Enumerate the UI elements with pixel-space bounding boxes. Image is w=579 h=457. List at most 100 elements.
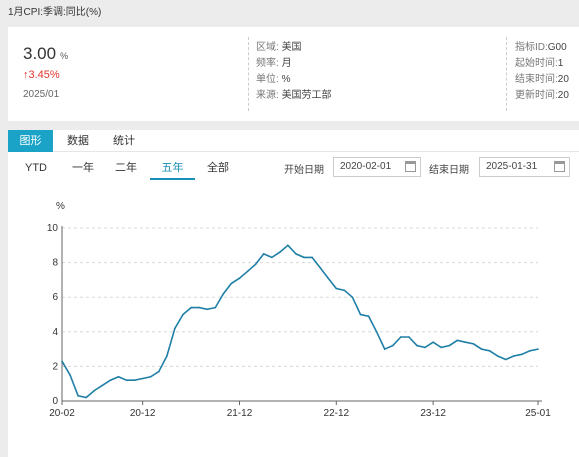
data-point [182,313,184,316]
divider [506,37,507,111]
data-point [287,244,289,247]
y-tick-label: 2 [52,361,58,372]
data-point [464,341,467,343]
data-point [367,315,370,317]
meta-value: % [281,74,291,85]
x-tick-label: 22-12 [324,408,350,419]
data-point [480,348,483,350]
data-point [222,292,225,295]
view-tabs: 图形 数据 统计 [8,130,579,152]
meta-row-source: 来源: 美国劳工部 [256,88,332,104]
data-point [125,379,128,381]
page-title: 1月CPI:季调:同比(%) [8,7,102,18]
meta-row-start: 起始时间:1 [515,56,579,72]
data-point [149,376,152,378]
meta-key: 更新时间: [515,90,558,101]
data-point [69,374,71,376]
meta-value: 20 [557,90,569,101]
data-point [472,343,475,345]
x-tick-label: 20-12 [130,408,156,419]
latest-value: 3.00% [23,44,68,64]
data-point [190,306,192,309]
data-point [85,396,87,399]
range-5y[interactable]: 五年 [150,158,195,180]
meta-value: 1 [557,58,564,69]
meta-key: 区域: [256,42,279,53]
data-point [400,336,402,338]
y-tick-label: 6 [52,292,58,303]
meta-right: 指标ID:G00 起始时间:1 结束时间:20 更新时间:20 [515,40,579,104]
y-tick-label: 8 [52,258,58,269]
data-point [77,395,79,397]
range-all[interactable]: 全部 [198,158,238,180]
range-ytd[interactable]: YTD [16,158,56,180]
data-point [343,289,346,292]
data-point [375,331,378,333]
range-1y[interactable]: 一年 [63,158,103,180]
meta-row-region: 区域: 美国 [256,40,332,56]
meta-row-id: 指标ID:G00 [515,40,579,56]
meta-value: 美国劳工部 [281,90,332,101]
start-date-input[interactable]: 2020-02-01 [333,157,421,177]
data-point [504,358,507,361]
data-point [408,336,410,338]
data-point [206,308,208,311]
latest-value-number: 3.00 [23,44,57,63]
data-point [158,370,160,373]
data-point [101,384,104,387]
data-point [432,341,434,343]
calendar-icon[interactable] [554,161,565,172]
data-point [416,344,418,347]
meta-value: 20 [557,74,569,85]
meta-row-updated: 更新时间:20 [515,88,579,104]
start-date-value: 2020-02-01 [340,161,392,172]
range-2y[interactable]: 二年 [106,158,146,180]
data-point [359,313,362,316]
data-point [351,296,354,298]
data-point [488,350,491,352]
data-point [141,377,144,380]
data-point [166,355,168,357]
data-point [383,348,386,350]
data-point [93,389,96,392]
divider [248,37,249,111]
end-date-input[interactable]: 2025-01-31 [479,157,570,177]
data-point [496,355,499,357]
meta-left: 区域: 美国 频率: 月 单位: % 来源: 美国劳工部 [256,40,332,104]
data-point [109,379,112,381]
data-point [521,353,523,356]
y-tick-label: 0 [52,396,58,407]
data-point [230,282,233,285]
data-point [61,360,63,362]
data-point [456,339,459,342]
indicator-summary-card: 3.00% ↑3.45% 2025/01 区域: 美国 频率: 月 单位: % … [8,27,579,121]
meta-key: 指标ID: [515,42,548,53]
data-point [392,344,394,347]
data-point [174,327,176,330]
data-point [327,277,330,279]
data-point [303,256,305,259]
meta-key: 结束时间: [515,74,558,85]
meta-row-frequency: 频率: 月 [256,56,332,72]
tab-chart[interactable]: 图形 [8,130,53,152]
start-date-label: 开始日期 [284,165,324,176]
cpi-series-line [61,244,539,399]
y-tick-label: 10 [47,223,59,234]
data-point [537,348,539,350]
data-point [335,287,338,290]
data-point [440,346,443,349]
meta-key: 来源: [256,90,279,101]
x-tick-label: 23-12 [420,408,446,419]
meta-row-end: 结束时间:20 [515,72,579,88]
data-point [198,306,200,309]
tab-data[interactable]: 数据 [58,130,98,152]
latest-value-unit: % [60,51,69,61]
data-point [513,355,515,357]
end-date-label: 结束日期 [429,165,469,176]
data-point [271,256,273,259]
calendar-icon[interactable] [405,161,416,172]
end-date-value: 2025-01-31 [486,161,538,172]
data-point [254,263,257,266]
x-tick-label: 20-02 [49,408,75,419]
tab-statistics[interactable]: 统计 [104,130,144,152]
